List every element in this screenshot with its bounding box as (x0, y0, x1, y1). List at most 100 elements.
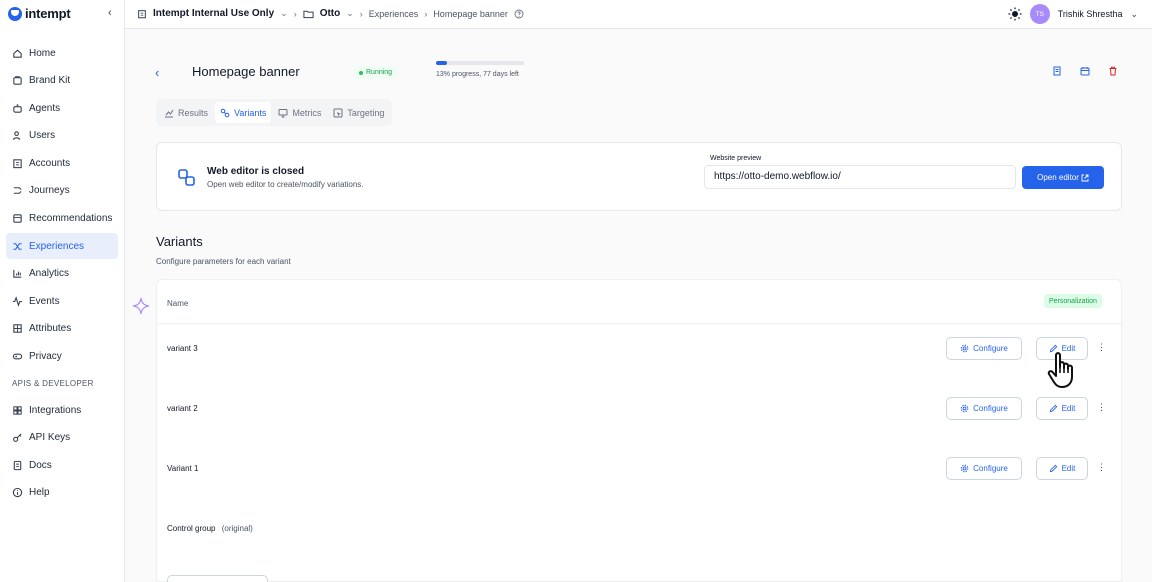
configure-button[interactable]: Configure (946, 457, 1022, 480)
sidebar-item-journeys[interactable]: Journeys (6, 178, 118, 204)
sidebar-nav: Home Brand Kit Agents Users Accounts Jou… (6, 40, 118, 508)
sidebar-item-label: Home (29, 47, 56, 59)
add-variant-button[interactable] (167, 575, 268, 582)
edit-button[interactable]: Edit (1036, 457, 1088, 480)
configure-button[interactable]: Configure (946, 397, 1022, 420)
pencil-icon (1049, 464, 1057, 473)
events-icon (12, 295, 23, 307)
tab-metrics[interactable]: Metrics (273, 102, 326, 123)
variants-icon (220, 108, 230, 117)
sidebar-item-analytics[interactable]: Analytics (6, 261, 118, 287)
external-link-icon (1081, 174, 1089, 181)
website-preview-input[interactable]: https://otto-demo.webflow.io/ (704, 165, 1016, 189)
sidebar-item-attributes[interactable]: Attributes (6, 316, 118, 342)
chevron-right-icon: › (424, 8, 428, 19)
trash-icon[interactable] (1108, 66, 1118, 76)
tab-results[interactable]: Results (159, 102, 213, 123)
variant-name: variant 2 (167, 404, 198, 413)
progress-bar (436, 61, 524, 65)
open-editor-label: Open editor (1037, 173, 1079, 182)
web-editor-icon (178, 169, 195, 186)
sun-theme-toggle-icon[interactable] (1008, 7, 1022, 21)
top-bar: Intempt Internal Use Only ⌄ › Otto ⌄ › E… (125, 0, 1152, 29)
avatar[interactable]: TS (1029, 4, 1050, 24)
control-group-label: Control group (167, 524, 216, 533)
control-group-note: (original) (221, 524, 253, 533)
sidebar-item-label: Events (29, 295, 60, 307)
sidebar-item-users[interactable]: Users (6, 123, 118, 149)
analytics-icon (12, 268, 23, 279)
personalization-badge: Personalization (1044, 294, 1102, 308)
website-preview-label: Website preview (710, 155, 762, 162)
sidebar-item-label: Brand Kit (29, 75, 71, 87)
attributes-icon (12, 323, 23, 334)
gear-icon (960, 344, 969, 353)
users-icon (12, 130, 23, 141)
sidebar-item-api-keys[interactable]: API Keys (6, 425, 118, 451)
chevron-down-icon[interactable]: ⌄ (280, 8, 288, 19)
archive-icon[interactable] (1052, 66, 1062, 76)
sidebar-item-brand-kit[interactable]: Brand Kit (6, 68, 118, 94)
tab-variants[interactable]: Variants (215, 102, 272, 123)
chevron-down-icon[interactable]: ⌄ (1130, 9, 1138, 20)
sidebar-item-label: Users (29, 130, 56, 142)
sidebar-collapse-button[interactable]: ‹ (108, 7, 112, 19)
monitor-icon (278, 108, 288, 117)
variant-name: variant 3 (167, 344, 198, 353)
user-name[interactable]: Trishik Shrestha (1058, 9, 1123, 19)
sidebar-item-agents[interactable]: Agents (6, 95, 118, 121)
sidebar-item-label: Journeys (29, 185, 70, 197)
back-button[interactable]: ‹ (155, 65, 159, 80)
variants-heading: Variants (156, 234, 203, 249)
sidebar-item-label: Privacy (29, 351, 62, 363)
sidebar-item-privacy[interactable]: Privacy (6, 344, 118, 370)
more-options-icon[interactable]: ⋮ (1097, 402, 1106, 413)
sparkle-icon[interactable] (132, 297, 150, 315)
sidebar-item-label: Help (29, 487, 50, 499)
control-group-name: Control group (original) (167, 524, 253, 533)
sidebar-item-events[interactable]: Events (6, 288, 118, 314)
more-options-icon[interactable]: ⋮ (1097, 462, 1106, 473)
edit-button[interactable]: Edit (1036, 397, 1088, 420)
table-row-control-group: Control group (original) (157, 504, 1123, 564)
more-options-icon[interactable]: ⋮ (1097, 342, 1106, 353)
tab-targeting[interactable]: Targeting (328, 102, 389, 123)
tab-label: Targeting (347, 107, 385, 118)
chevron-right-icon: › (293, 8, 297, 19)
experiences-icon (12, 241, 23, 252)
configure-button[interactable]: Configure (946, 337, 1022, 360)
calendar-icon[interactable] (1080, 66, 1090, 76)
gear-icon (960, 464, 969, 473)
integrations-icon (12, 405, 23, 416)
configure-label: Configure (973, 404, 1008, 413)
main-content: ‹ Homepage banner Running 13% progress, … (125, 29, 1152, 582)
org-switcher[interactable]: Intempt Internal Use Only (153, 8, 274, 19)
open-editor-button[interactable]: Open editor (1022, 166, 1104, 189)
breadcrumb-experiences[interactable]: Experiences (369, 9, 419, 19)
recommendations-icon (12, 213, 23, 224)
brand-name: intempt (25, 6, 71, 21)
sidebar-item-home[interactable]: Home (6, 40, 118, 66)
variants-table: Name Personalization variant 3 Configure… (156, 279, 1123, 582)
agents-icon (12, 103, 23, 114)
tab-label: Variants (234, 107, 267, 118)
sidebar-item-experiences[interactable]: Experiences (6, 233, 118, 260)
sidebar-item-label: Attributes (29, 323, 72, 335)
sidebar-item-integrations[interactable]: Integrations (6, 397, 118, 423)
sidebar-item-accounts[interactable]: Accounts (6, 150, 118, 176)
tab-label: Metrics (292, 107, 322, 118)
status-badge: Running (354, 66, 398, 79)
project-switcher[interactable]: Otto (320, 8, 341, 19)
home-icon (12, 48, 23, 59)
help-icon[interactable] (514, 9, 524, 19)
sidebar-item-recommendations[interactable]: Recommendations (6, 206, 118, 232)
breadcrumb: Intempt Internal Use Only ⌄ › Otto ⌄ › E… (137, 8, 524, 19)
column-header-name: Name (167, 299, 189, 308)
gear-icon (960, 404, 969, 413)
edit-label: Edit (1061, 404, 1076, 413)
chevron-down-icon[interactable]: ⌄ (346, 8, 354, 19)
sidebar-item-help[interactable]: Help (6, 480, 118, 506)
brand-logo[interactable]: intempt (8, 6, 71, 21)
sidebar-item-docs[interactable]: Docs (6, 452, 118, 478)
edit-label: Edit (1061, 464, 1076, 473)
